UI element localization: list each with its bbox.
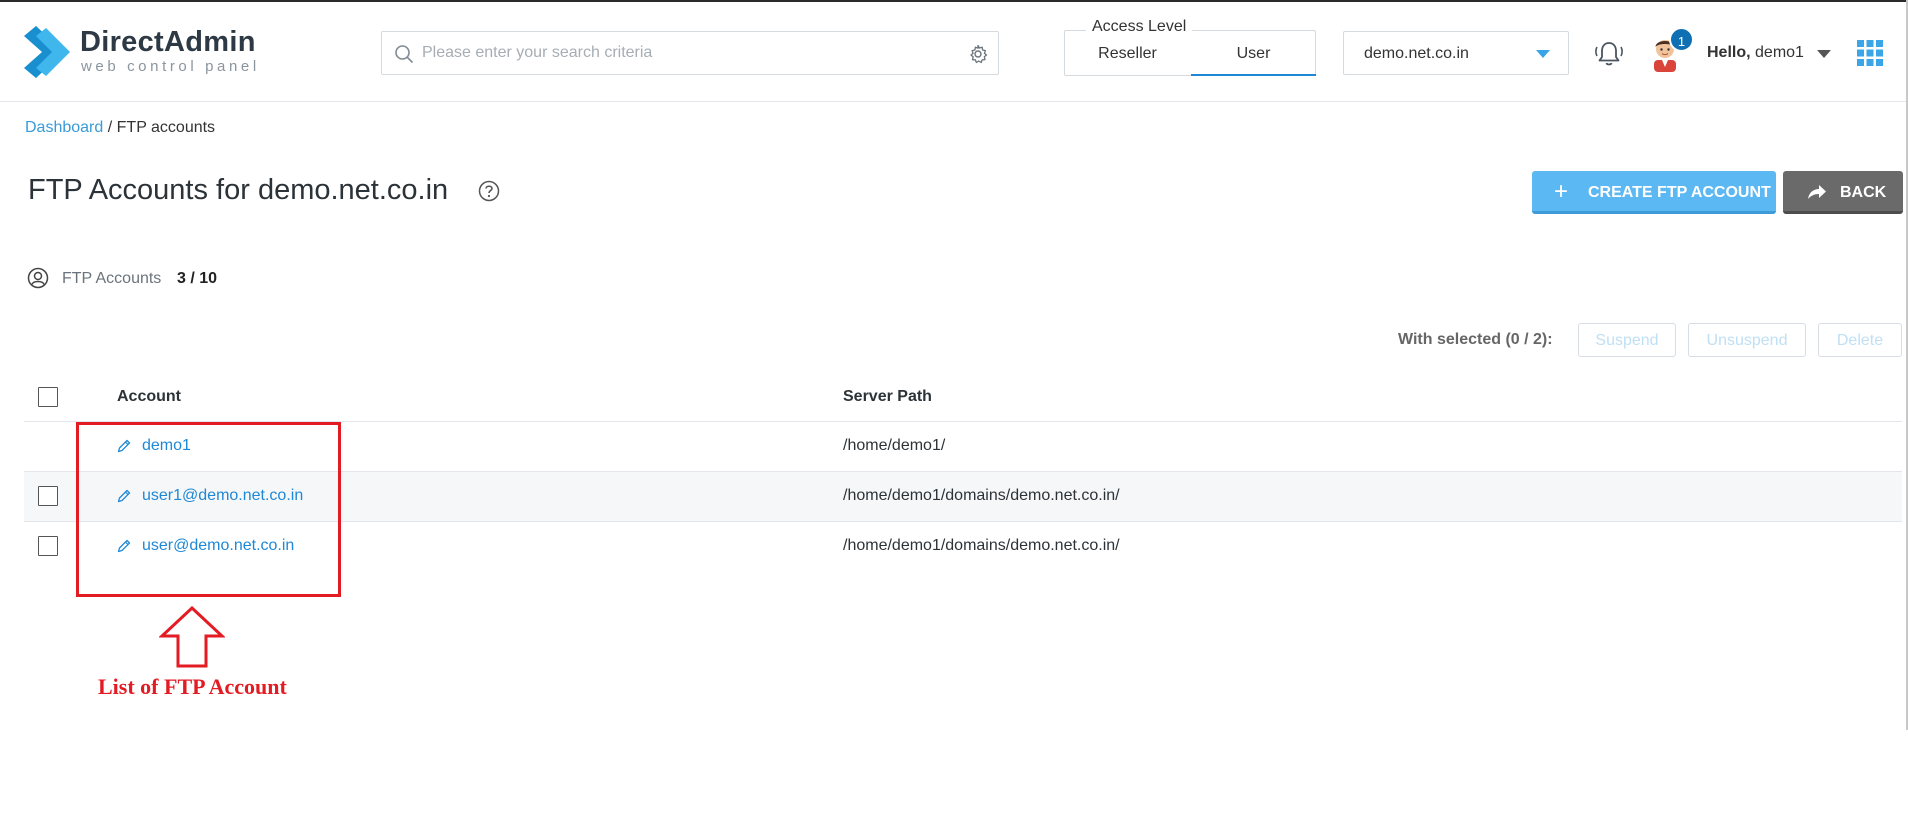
greeting-text: Hello, xyxy=(1707,44,1751,61)
logo-tagline: web control panel xyxy=(81,58,260,75)
suspend-button[interactable]: Suspend xyxy=(1578,323,1676,357)
domain-select[interactable]: demo.net.co.in xyxy=(1343,31,1569,75)
access-level-user[interactable]: User xyxy=(1191,31,1316,76)
plus-icon: + xyxy=(1554,178,1569,205)
annotation-label: List of FTP Account xyxy=(98,674,287,699)
breadcrumb: Dashboard / FTP accounts xyxy=(25,119,215,137)
domain-select-value: demo.net.co.in xyxy=(1364,45,1469,62)
access-level-reseller[interactable]: Reseller xyxy=(1065,31,1190,76)
search-icon xyxy=(395,45,414,64)
top-header: DirectAdmin web control panel Reseller U… xyxy=(0,0,1908,102)
row-checkbox[interactable] xyxy=(38,536,58,556)
gear-icon[interactable] xyxy=(968,44,988,64)
directadmin-logo[interactable]: DirectAdmin web control panel xyxy=(24,24,294,82)
ftp-accounts-usage-value: 3 / 10 xyxy=(177,270,218,287)
access-level-legend: Access Level xyxy=(1086,18,1193,36)
server-path-cell: /home/demo1/domains/demo.net.co.in/ xyxy=(843,537,1120,554)
page-title: FTP Accounts for demo.net.co.in xyxy=(28,174,449,206)
user-circle-icon xyxy=(27,267,49,289)
forward-arrow-icon xyxy=(1808,185,1826,199)
username-text: demo1 xyxy=(1755,44,1804,61)
ftp-accounts-usage-label: FTP Accounts xyxy=(62,270,162,287)
user-menu-chevron-icon[interactable] xyxy=(1817,50,1831,58)
server-path-cell: /home/demo1/domains/demo.net.co.in/ xyxy=(843,487,1120,504)
unsuspend-button[interactable]: Unsuspend xyxy=(1688,323,1806,357)
create-ftp-account-button[interactable]: + CREATE FTP ACCOUNT xyxy=(1532,171,1776,214)
column-header-server-path[interactable]: Server Path xyxy=(843,388,932,406)
search-box xyxy=(381,31,999,75)
breadcrumb-current: FTP accounts xyxy=(116,119,216,136)
bell-icon[interactable] xyxy=(1592,37,1626,71)
annotation-highlight-box xyxy=(76,422,341,597)
access-level-switch: Reseller User xyxy=(1064,30,1316,76)
with-selected-label: With selected (0 / 2): xyxy=(1398,331,1553,348)
column-header-account[interactable]: Account xyxy=(117,388,181,406)
back-button[interactable]: BACK xyxy=(1783,171,1903,214)
delete-button[interactable]: Delete xyxy=(1818,323,1902,357)
logo-title: DirectAdmin xyxy=(80,26,256,58)
user-menu[interactable]: Hello, demo1 xyxy=(1707,44,1804,62)
breadcrumb-separator: / xyxy=(107,119,113,136)
breadcrumb-dashboard-link[interactable]: Dashboard xyxy=(25,119,103,136)
annotation-up-arrow-icon xyxy=(159,606,225,668)
table-header: Account Server Path xyxy=(24,374,1902,422)
logo-chevron-icon xyxy=(24,26,70,78)
chevron-down-icon xyxy=(1536,50,1550,58)
select-all-checkbox[interactable] xyxy=(38,387,58,407)
search-input[interactable] xyxy=(422,40,942,66)
apps-grid-icon[interactable] xyxy=(1857,40,1883,66)
notification-count-badge: 1 xyxy=(1669,27,1694,52)
help-icon[interactable] xyxy=(478,180,500,202)
server-path-cell: /home/demo1/ xyxy=(843,437,946,454)
row-checkbox[interactable] xyxy=(38,486,58,506)
create-ftp-account-label: CREATE FTP ACCOUNT xyxy=(1588,184,1771,201)
back-label: BACK xyxy=(1840,184,1887,201)
